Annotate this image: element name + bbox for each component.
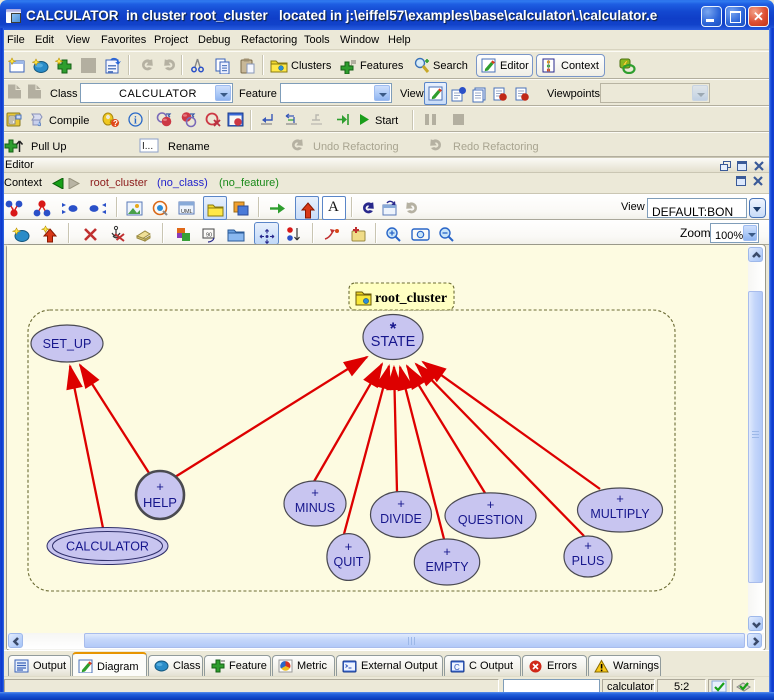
svg-text:QUIT: QUIT [333,555,363,569]
svg-text:90: 90 [206,233,212,239]
svg-text:+: + [311,485,319,500]
svg-text:MULTIPLY: MULTIPLY [590,507,650,521]
svg-text:CALCULATOR: CALCULATOR [66,540,149,554]
svg-text:?: ? [113,119,118,128]
svg-text:MINUS: MINUS [295,501,335,515]
svg-text:+: + [584,538,592,553]
svg-text:UML: UML [181,209,193,215]
svg-text:C: C [454,663,460,672]
svg-text:+: + [443,544,451,559]
svg-text:SET_UP: SET_UP [43,337,92,351]
svg-text:HELP: HELP [143,495,177,510]
svg-text:+: + [397,496,405,511]
svg-text:QUESTION: QUESTION [458,513,523,527]
svg-text:PLUS: PLUS [572,554,605,568]
svg-text:STATE: STATE [371,334,416,350]
svg-text:+: + [487,497,495,512]
svg-text:I...: I... [142,141,153,152]
svg-text:root_cluster: root_cluster [375,291,447,306]
svg-text:i: i [134,116,137,127]
svg-text:+: + [156,479,164,494]
svg-text:EMPTY: EMPTY [425,560,469,574]
svg-text:+: + [616,491,624,506]
svg-text:DIVIDE: DIVIDE [380,512,422,526]
svg-text:+: + [345,539,353,554]
